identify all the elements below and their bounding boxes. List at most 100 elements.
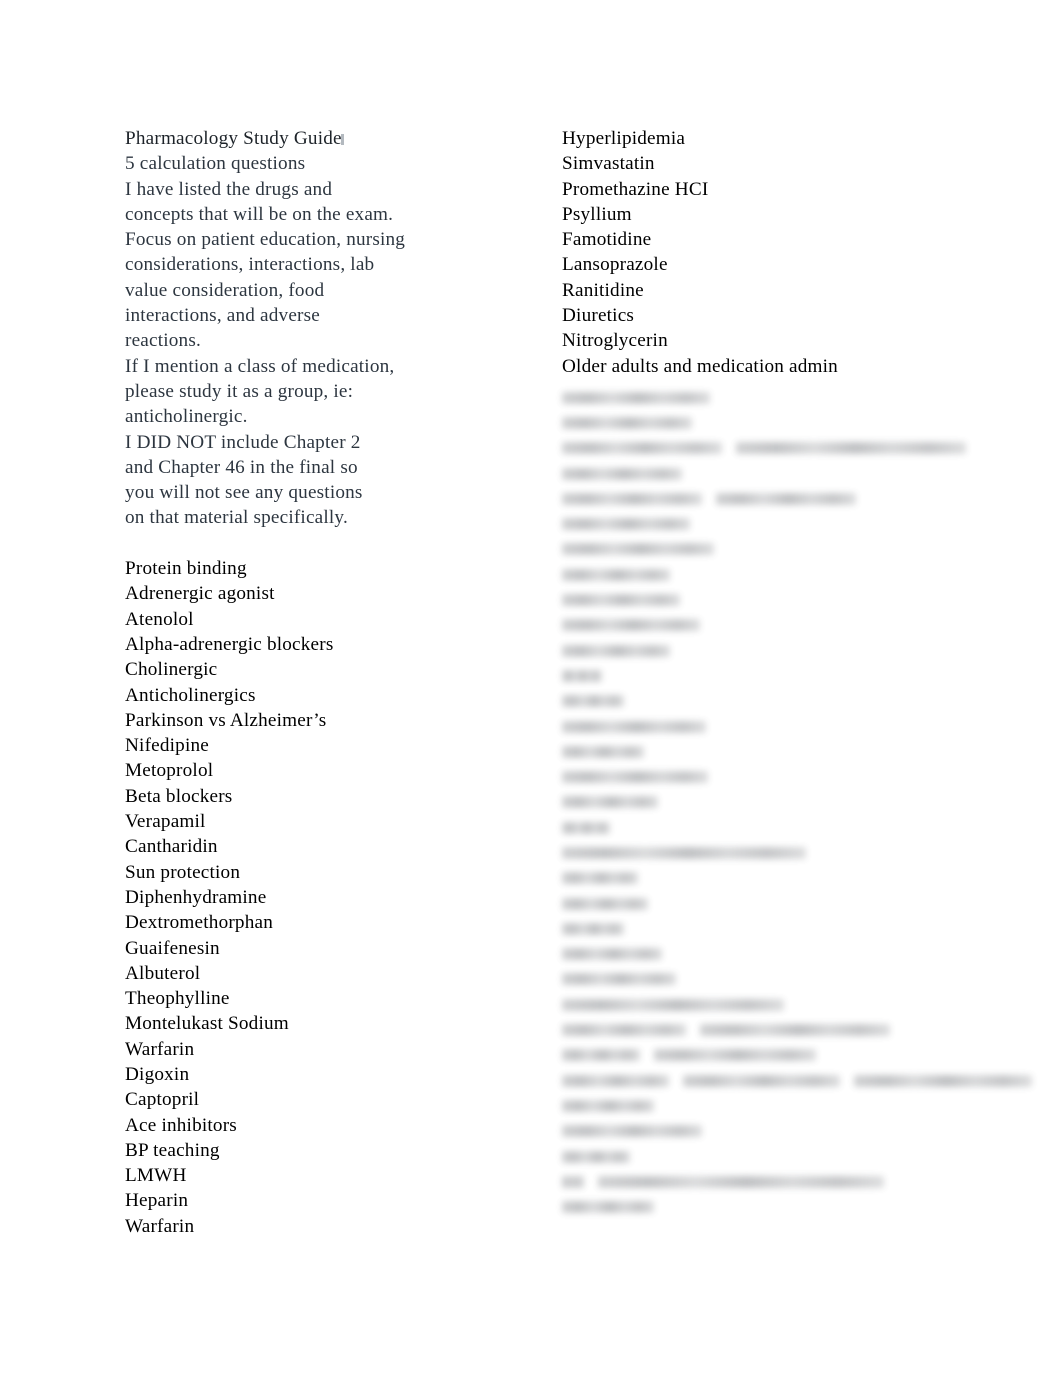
intro-line: considerations, interactions, lab: [125, 254, 375, 276]
obscured-text-segment: [682, 1074, 841, 1087]
list-item: Psyllium: [562, 203, 632, 225]
intro-line: on that material specifically.: [125, 507, 348, 529]
obscured-text-line: [562, 992, 1032, 1017]
list-item: Heparin: [125, 1190, 189, 1212]
right-column: Hyperlipidemia Simvastatin Promethazine …: [562, 126, 1032, 1214]
list-item: Ace inhibitors: [125, 1114, 237, 1136]
obscured-text-segment: [562, 897, 648, 910]
obscured-text-line: [562, 1043, 1032, 1068]
list-item: Anticholinergics: [125, 684, 256, 706]
obscured-text-segment: [562, 391, 710, 404]
obscured-text-line: [562, 410, 1032, 435]
obscured-text-segment: [562, 821, 610, 834]
list-item: Diuretics: [562, 305, 635, 327]
obscured-text-segment: [562, 568, 670, 581]
obscured-text-segment: [562, 543, 714, 556]
obscured-text-segment: [654, 1049, 816, 1062]
intro-line: 5 calculation questions: [125, 153, 306, 175]
obscured-text-segment: [716, 492, 856, 505]
obscured-text-segment: [562, 492, 702, 505]
obscured-text-segment: [562, 745, 644, 758]
obscured-text-line: [562, 436, 1032, 461]
intro-line: reactions.: [125, 330, 201, 352]
list-item: Captopril: [125, 1089, 200, 1111]
list-item: Famotidine: [562, 229, 652, 251]
obscured-text-line: [562, 916, 1032, 941]
list-item: Diphenhydramine: [125, 886, 267, 908]
list-item: BP teaching: [125, 1139, 220, 1161]
page-title: Pharmacology Study Guide: [125, 126, 545, 151]
obscured-text-line: [562, 562, 1032, 587]
intro-line: I have listed the drugs and: [125, 178, 333, 200]
list-item: Older adults and medication admin: [562, 355, 838, 377]
intro-line: concepts that will be on the exam.: [125, 203, 394, 225]
list-item: Theophylline: [125, 988, 230, 1010]
obscured-text-line: [562, 511, 1032, 536]
right-topic-list: Hyperlipidemia Simvastatin Promethazine …: [562, 126, 1032, 379]
obscured-text-line: [562, 891, 1032, 916]
obscured-text-line: [562, 537, 1032, 562]
obscured-text-segment: [562, 796, 658, 809]
obscured-text-segment: [562, 720, 706, 733]
obscured-text-segment: [562, 1099, 654, 1112]
obscured-text-line: [562, 942, 1032, 967]
intro-line: please study it as a group, ie:: [125, 380, 354, 402]
list-item: Warfarin: [125, 1038, 195, 1060]
list-item: Albuterol: [125, 962, 201, 984]
list-item: Promethazine HCI: [562, 178, 709, 200]
obscured-text-segment: [562, 771, 708, 784]
list-item: Nifedipine: [125, 735, 209, 757]
obscured-text-segment: [562, 669, 602, 682]
obscured-text-line: [562, 967, 1032, 992]
list-item: Cholinergic: [125, 659, 218, 681]
list-item: Montelukast Sodium: [125, 1013, 289, 1035]
intro-block: Pharmacology Study Guide 5 calculation q…: [125, 126, 545, 531]
intro-line: value consideration, food: [125, 279, 325, 301]
obscured-text-segment: [700, 1024, 890, 1037]
list-item: Nitroglycerin: [562, 330, 668, 352]
obscured-text-segment: [562, 1024, 686, 1037]
intro-line: If I mention a class of medication,: [125, 355, 395, 377]
obscured-text-segment: [562, 1074, 669, 1087]
obscured-text-line: [562, 1017, 1032, 1042]
list-item: Parkinson vs Alzheimer’s: [125, 709, 327, 731]
obscured-text-line: [562, 689, 1032, 714]
obscured-text-line: [562, 714, 1032, 739]
obscured-text-segment: [598, 1175, 884, 1188]
obscured-text-line: [562, 1169, 1032, 1194]
left-topic-list: Protein binding Adrenergic agonist Ateno…: [125, 556, 545, 1239]
list-item: Atenolol: [125, 608, 194, 630]
obscured-text-segment: [562, 846, 806, 859]
list-item: Alpha-adrenergic blockers: [125, 633, 334, 655]
list-item: Protein binding: [125, 558, 247, 580]
list-item: Guaifenesin: [125, 937, 220, 959]
obscured-text-segment: [562, 922, 624, 935]
intro-line: anticholinergic.: [125, 406, 248, 428]
intro-line: Focus on patient education, nursing: [125, 229, 406, 251]
obscured-text-segment: [854, 1074, 1032, 1087]
obscured-text-segment: [562, 594, 680, 607]
list-item: LMWH: [125, 1165, 187, 1187]
obscured-text-segment: [562, 948, 662, 961]
obscured-text-line: [562, 866, 1032, 891]
obscured-text-segment: [562, 644, 670, 657]
obscured-text-line: [562, 739, 1032, 764]
obscured-text-line: [562, 638, 1032, 663]
intro-line: I DID NOT include Chapter 2: [125, 431, 361, 453]
obscured-text-line: [562, 1144, 1032, 1169]
obscured-text-segment: [562, 1201, 654, 1214]
obscured-text-segment: [562, 467, 682, 480]
obscured-text-segment: [562, 973, 676, 986]
list-item: Adrenergic agonist: [125, 583, 275, 605]
list-item: Digoxin: [125, 1063, 190, 1085]
obscured-text-line: [562, 1093, 1032, 1118]
page-title-text: Pharmacology Study Guide: [125, 128, 342, 149]
obscured-text-segment: [562, 1150, 630, 1163]
obscured-text-segment: [562, 1125, 702, 1138]
list-item: Verapamil: [125, 811, 206, 833]
obscured-text-segment: [562, 872, 638, 885]
list-item: Simvastatin: [562, 153, 655, 175]
list-item: Lansoprazole: [562, 254, 668, 276]
list-item: Beta blockers: [125, 785, 233, 807]
